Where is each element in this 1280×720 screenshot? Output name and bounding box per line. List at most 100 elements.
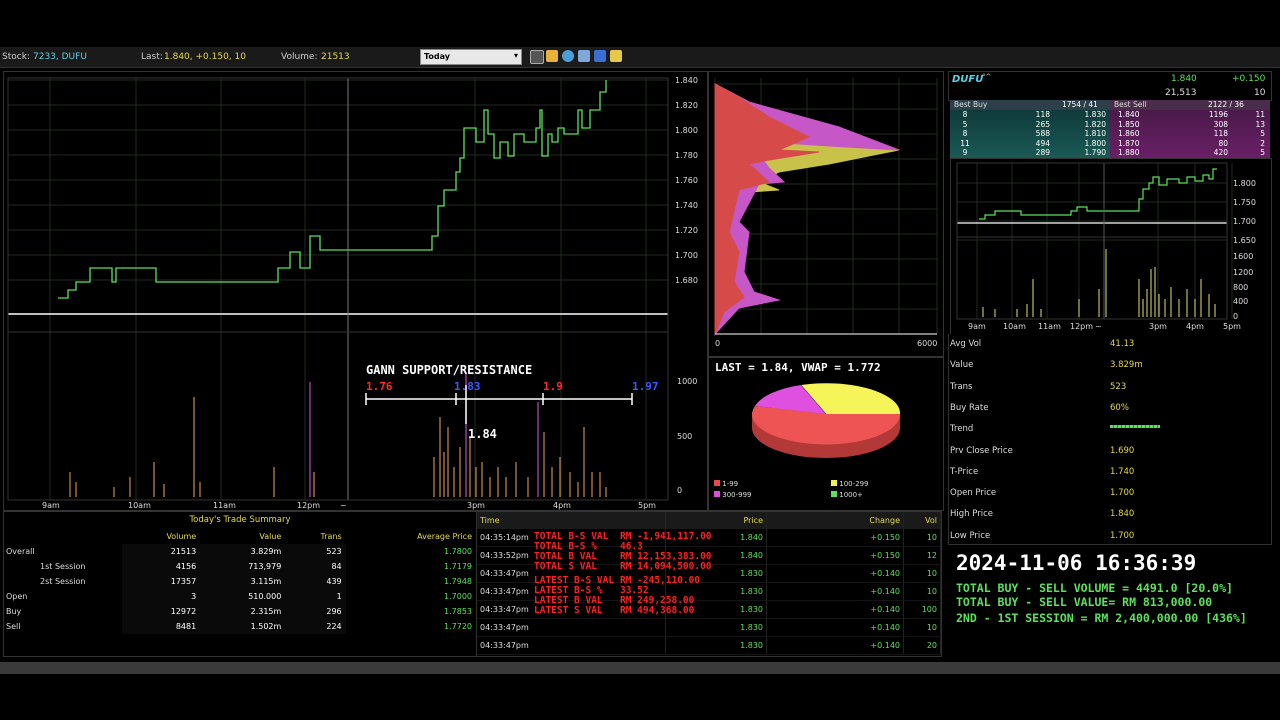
stat-value: 60% [1110, 402, 1129, 413]
gann-level-1: 1.76 [366, 380, 393, 393]
mini-chart[interactable]: 1.800 1.750 1.700 1.650 1600 1200 800 400 0 9am… [951, 159, 1271, 335]
summary-volume: 3 [122, 589, 201, 604]
summary-row: Sell 8481 1.502m 224 1.7720 [4, 619, 476, 634]
trade-price: 1.830 [665, 618, 767, 637]
last-value: 1.840, +0.150, 10 [164, 52, 246, 62]
stat-label: Avg Vol [950, 339, 982, 349]
stat-label: Trend [950, 424, 974, 435]
stat-label: High Price [950, 509, 993, 520]
trades-header-row: Time Price Change Vol [477, 512, 941, 529]
edit-icon[interactable] [610, 50, 622, 62]
trade-vol: 100 [903, 600, 941, 619]
summary-volume: 4156 [122, 559, 201, 574]
buy-price: 1.810 [1084, 129, 1106, 139]
depth-row: 9 289 1.790 1.880 420 5 [950, 148, 1270, 158]
folder-open-icon[interactable] [546, 50, 558, 62]
summary-value: 3.829m [200, 544, 286, 559]
pie-chart [752, 383, 901, 458]
stat-value: 3.829m [1110, 360, 1143, 371]
summary-row-label: Buy [6, 607, 22, 616]
delete-icon[interactable] [578, 50, 590, 62]
trade-change: +0.150 [766, 546, 904, 565]
gann-level-4: 1.97 [632, 380, 659, 393]
buy-qty: 118 [1035, 110, 1050, 119]
summary-row-label: Overall [6, 547, 35, 556]
overlay-line: LATEST S VAL RM 494,368.00 [534, 605, 694, 616]
buy-qty: 588 [1035, 129, 1050, 139]
summary-trans: 1 [285, 589, 346, 604]
summary-trans: 523 [285, 544, 346, 559]
main-chart[interactable]: 1.8401.8201.8001.7801.7601.7401.7201.700… [4, 72, 707, 510]
trade-change: +0.140 [766, 636, 904, 655]
best-buy-header: Best Buy 1754 / 41 [950, 100, 1110, 110]
summary-row: Buy 12972 2.315m 296 1.7853 [4, 604, 476, 619]
overlay-key: TOTAL S VAL [534, 561, 597, 572]
mini-volume-tick: 1600 [1233, 252, 1253, 261]
stat-value: 1.700 [1110, 530, 1135, 541]
trade-change: +0.140 [766, 564, 904, 583]
stat-row: Open Price 1.700 [950, 484, 1278, 504]
mini-time-tick: 9am [968, 322, 986, 331]
legend-swatch [831, 480, 837, 486]
mini-volume-tick: 400 [1233, 297, 1248, 306]
sell-qty: 80 [1218, 138, 1228, 148]
stat-row: Low Price 1.700 [950, 527, 1278, 547]
summary-title: Today's Trade Summary [189, 515, 291, 525]
total-value-line: TOTAL BUY - SELL VALUE= RM 813,000.00 [956, 595, 1213, 609]
best-sell-header: Best Sell 2122 / 36 [1110, 100, 1270, 110]
refresh-icon[interactable] [562, 50, 574, 62]
trade-row[interactable]: 04:33:47pm 1.830 +0.140 20 [477, 636, 941, 655]
main-chart-panel: 1.840 1.820 1.800 1.780 1.760 1.740 1.720 1.700… [3, 71, 708, 511]
summary-row-label: Sell [6, 622, 21, 631]
trade-vol: 12 [903, 546, 941, 565]
time-tick: 9am [42, 501, 60, 510]
stat-value: 1.700 [1110, 488, 1135, 499]
total-volume-line: TOTAL BUY - SELL VOLUME = 4491.0 [20.0%] [956, 581, 1233, 595]
legend-swatch [831, 491, 837, 497]
trade-vol: 10 [903, 618, 941, 637]
summary-table: Volume Value Trans Average Price Overall… [4, 529, 476, 634]
trades-panel: Time Price Change Vol 04:35:14pm 1.840 +0.… [476, 511, 942, 657]
top-bar: Stock: 7233, DUFU Last: 1.840, +0.150, 1… [0, 47, 1280, 68]
trade-row[interactable]: 04:33:47pm 1.830 +0.140 10 [477, 618, 941, 637]
stat-value: 41.13 [1110, 339, 1135, 349]
summary-header-row: Volume Value Trans Average Price [4, 529, 476, 544]
summary-volume: 21513 [122, 544, 201, 559]
stat-label: Value [950, 360, 974, 371]
volume-value: 21513 [321, 52, 350, 62]
stat-label: Buy Rate [950, 402, 989, 413]
mini-time-tick: 4pm [1186, 322, 1204, 331]
buy-count: 8 [962, 129, 968, 139]
overlay-key: LATEST S VAL [534, 605, 603, 616]
chart-icon[interactable] [530, 50, 544, 64]
trade-summary-panel: Today's Trade Summary Volume Value Trans… [3, 511, 477, 657]
best-sell-summary: 2122 / 36 [1208, 100, 1244, 109]
trade-change: +0.140 [766, 600, 904, 619]
price-tick: 1.700 [675, 251, 698, 260]
legend-1000-plus: 1000+ [831, 491, 863, 499]
trade-vol: 10 [903, 529, 941, 547]
stat-row: Prv Close Price 1.690 [950, 442, 1278, 462]
period-select[interactable]: Today ▾ [420, 49, 522, 65]
summary-value: 1.502m [200, 619, 286, 634]
time-tick: 4pm [553, 501, 571, 510]
quote-change: +0.150 [1232, 74, 1266, 84]
stat-value: 523 [1110, 381, 1127, 392]
price-tick: 1.680 [675, 276, 698, 285]
summary-avg-price: 1.7179 [444, 562, 472, 571]
summary-row: Open 3 510.000 1 1.7000 [4, 589, 476, 604]
price-tick: 1.800 [675, 126, 698, 135]
summary-value: 2.315m [200, 604, 286, 619]
mini-volume-tick: 1200 [1233, 268, 1253, 277]
best-sell-label: Best Sell [1114, 100, 1147, 109]
mini-price-tick: 1.650 [1233, 236, 1256, 245]
summary-row: 1st Session 4156 713,979 84 1.7179 [4, 559, 476, 574]
stat-row: Buy Rate 60% [950, 399, 1278, 419]
mini-price-tick: 1.700 [1233, 217, 1256, 226]
price-tick: 1.820 [675, 101, 698, 110]
save-icon[interactable] [594, 50, 606, 62]
overlay-value: RM 14,094,500.00 [620, 561, 712, 572]
period-select-value: Today [424, 52, 450, 61]
depth-row: 11 494 1.800 1.870 80 2 [950, 139, 1270, 149]
trade-price: 1.830 [665, 636, 767, 655]
